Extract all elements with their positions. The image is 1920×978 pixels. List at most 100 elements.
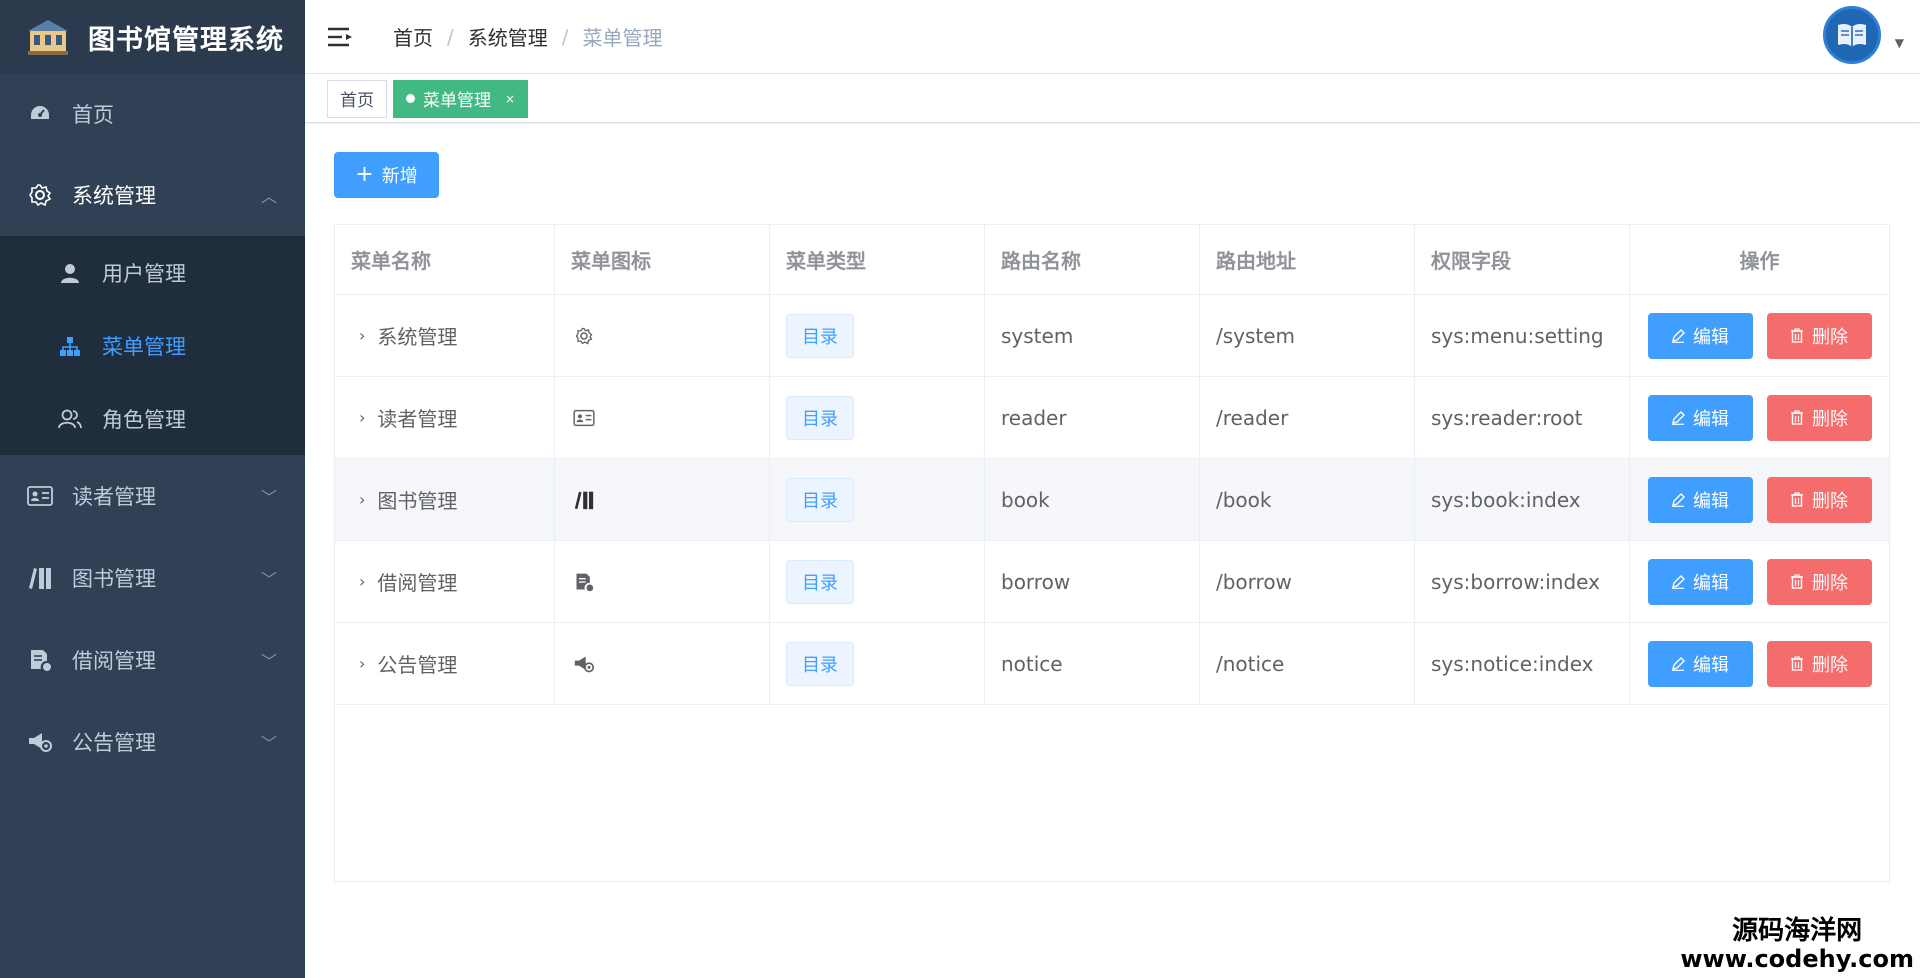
- cell-permission: sys:reader:root: [1415, 377, 1630, 458]
- edit-button[interactable]: 编辑: [1647, 394, 1753, 441]
- cell-actions: 编辑 删除: [1630, 459, 1889, 540]
- cell-route-path: /reader: [1200, 377, 1415, 458]
- delete-button[interactable]: 删除: [1766, 394, 1872, 441]
- sidebar-item-user-management[interactable]: 用户管理: [0, 236, 305, 309]
- table-row[interactable]: › 图书管理 目录 book /book sys:book:index 编辑 删…: [335, 459, 1889, 541]
- library-logo-icon: [26, 17, 70, 57]
- tree-icon: [56, 332, 84, 360]
- chevron-right-icon[interactable]: ›: [359, 326, 365, 345]
- cell-route-path: /notice: [1200, 623, 1415, 704]
- column-header: 权限字段: [1415, 225, 1630, 294]
- cell-permission: sys:borrow:index: [1415, 541, 1630, 622]
- app-title: 图书馆管理系统: [88, 24, 284, 56]
- avatar[interactable]: [1822, 6, 1881, 64]
- breadcrumb-current: 菜单管理: [582, 26, 663, 50]
- tag-home[interactable]: 首页: [327, 79, 387, 118]
- close-icon[interactable]: ×: [505, 92, 515, 106]
- edit-icon: [1671, 574, 1685, 589]
- cell-actions: 编辑 删除: [1630, 377, 1889, 458]
- sidebar-item-label: 角色管理: [102, 407, 186, 432]
- tag-menu-management[interactable]: 菜单管理 ×: [393, 79, 529, 118]
- breadcrumb-item[interactable]: 系统管理: [468, 22, 548, 51]
- sidebar: 图书馆管理系统 首页 系统管理 ︿ 用户管理 菜单管理 角色管理 读者管理 ﹀ …: [0, 0, 305, 978]
- main-content: + 新增 菜单名称 菜单图标 菜单类型 路由名称 路由地址 权限字段 操作 › …: [305, 124, 1920, 978]
- trash-icon: [1790, 328, 1804, 343]
- menu-name: 借阅管理: [377, 571, 458, 595]
- brand[interactable]: 图书馆管理系统: [0, 0, 305, 74]
- cell-route-path: /system: [1200, 295, 1415, 376]
- edit-button[interactable]: 编辑: [1647, 558, 1753, 605]
- sidebar-item-menu-management[interactable]: 菜单管理: [0, 309, 305, 382]
- breadcrumb-item[interactable]: 首页: [393, 22, 433, 51]
- menu-name: 公告管理: [377, 653, 458, 677]
- sidebar-item-label: 读者管理: [72, 485, 156, 509]
- users-icon: [56, 405, 84, 433]
- chevron-down-icon: ﹀: [260, 652, 277, 671]
- edit-label: 编辑: [1693, 654, 1729, 676]
- active-dot-icon: [406, 94, 415, 103]
- cell-route-name: system: [985, 295, 1200, 376]
- delete-button[interactable]: 删除: [1766, 640, 1872, 687]
- cell-menu-icon: [555, 623, 770, 704]
- sidebar-item-role-management[interactable]: 角色管理: [0, 382, 305, 455]
- submenu-system: 用户管理 菜单管理 角色管理: [0, 236, 305, 455]
- cell-menu-type: 目录: [770, 459, 985, 540]
- chevron-down-icon: ﹀: [260, 734, 277, 753]
- table-header: 菜单名称 菜单图标 菜单类型 路由名称 路由地址 权限字段 操作: [335, 225, 1889, 295]
- sidebar-item-notice[interactable]: 公告管理 ﹀: [0, 701, 305, 783]
- delete-label: 删除: [1812, 490, 1848, 512]
- edit-icon: [1671, 492, 1685, 507]
- sidebar-item-label: 首页: [72, 103, 114, 127]
- sidebar-item-home[interactable]: 首页: [0, 74, 305, 154]
- trash-icon: [1790, 656, 1804, 671]
- cell-actions: 编辑 删除: [1630, 623, 1889, 704]
- column-header: 菜单名称: [335, 225, 555, 294]
- sidebar-item-books[interactable]: 图书管理 ﹀: [0, 537, 305, 619]
- type-tag: 目录: [786, 477, 854, 522]
- gear-icon: [26, 181, 54, 209]
- delete-button[interactable]: 删除: [1766, 312, 1872, 359]
- chevron-right-icon[interactable]: ›: [359, 654, 365, 673]
- table-row[interactable]: › 读者管理 目录 reader /reader sys:reader:root…: [335, 377, 1889, 459]
- table-row[interactable]: › 公告管理 目录 notice /notice sys:notice:inde…: [335, 623, 1889, 705]
- edit-button[interactable]: 编辑: [1647, 640, 1753, 687]
- user-dropdown[interactable]: ▼: [1822, 6, 1904, 64]
- chevron-down-icon: ﹀: [260, 488, 277, 507]
- caret-down-icon[interactable]: ▼: [1895, 36, 1904, 50]
- delete-button[interactable]: 删除: [1766, 476, 1872, 523]
- menu-name: 图书管理: [377, 489, 458, 513]
- edit-icon: [1671, 410, 1685, 425]
- table-row[interactable]: › 系统管理 目录 system /system sys:menu:settin…: [335, 295, 1889, 377]
- edit-button[interactable]: 编辑: [1647, 312, 1753, 359]
- sidebar-item-reader[interactable]: 读者管理 ﹀: [0, 455, 305, 537]
- megaphone-icon: [571, 651, 597, 677]
- sidebar-item-system[interactable]: 系统管理 ︿: [0, 154, 305, 236]
- cell-menu-icon: [555, 459, 770, 540]
- watermark-en: www.codehy.com: [1680, 944, 1914, 973]
- tags-view: 首页 菜单管理 ×: [305, 75, 1920, 123]
- table-row[interactable]: › 借阅管理 目录 borrow /borrow sys:borrow:inde…: [335, 541, 1889, 623]
- megaphone-icon: [26, 728, 54, 756]
- cell-route-name: borrow: [985, 541, 1200, 622]
- delete-button[interactable]: 删除: [1766, 558, 1872, 605]
- cell-menu-name: › 图书管理: [335, 459, 555, 540]
- menu-name: 读者管理: [377, 407, 458, 431]
- navbar: 首页 / 系统管理 / 菜单管理 ▼: [305, 0, 1920, 74]
- sidebar-item-borrow[interactable]: 借阅管理 ﹀: [0, 619, 305, 701]
- user-icon: [56, 259, 84, 287]
- column-header: 操作: [1739, 249, 1780, 273]
- plus-icon: +: [355, 162, 374, 187]
- edit-label: 编辑: [1693, 572, 1729, 594]
- edit-button[interactable]: 编辑: [1647, 476, 1753, 523]
- add-button[interactable]: + 新增: [334, 152, 439, 198]
- breadcrumb-separator: /: [561, 24, 569, 49]
- cell-route-path: /borrow: [1200, 541, 1415, 622]
- type-tag: 目录: [786, 313, 854, 358]
- chevron-right-icon[interactable]: ›: [359, 490, 365, 509]
- add-button-label: 新增: [381, 166, 418, 187]
- tag-label: 首页: [340, 91, 374, 111]
- hamburger-icon[interactable]: [327, 24, 357, 50]
- chevron-right-icon[interactable]: ›: [359, 408, 365, 427]
- cell-route-name: book: [985, 459, 1200, 540]
- chevron-right-icon[interactable]: ›: [359, 572, 365, 591]
